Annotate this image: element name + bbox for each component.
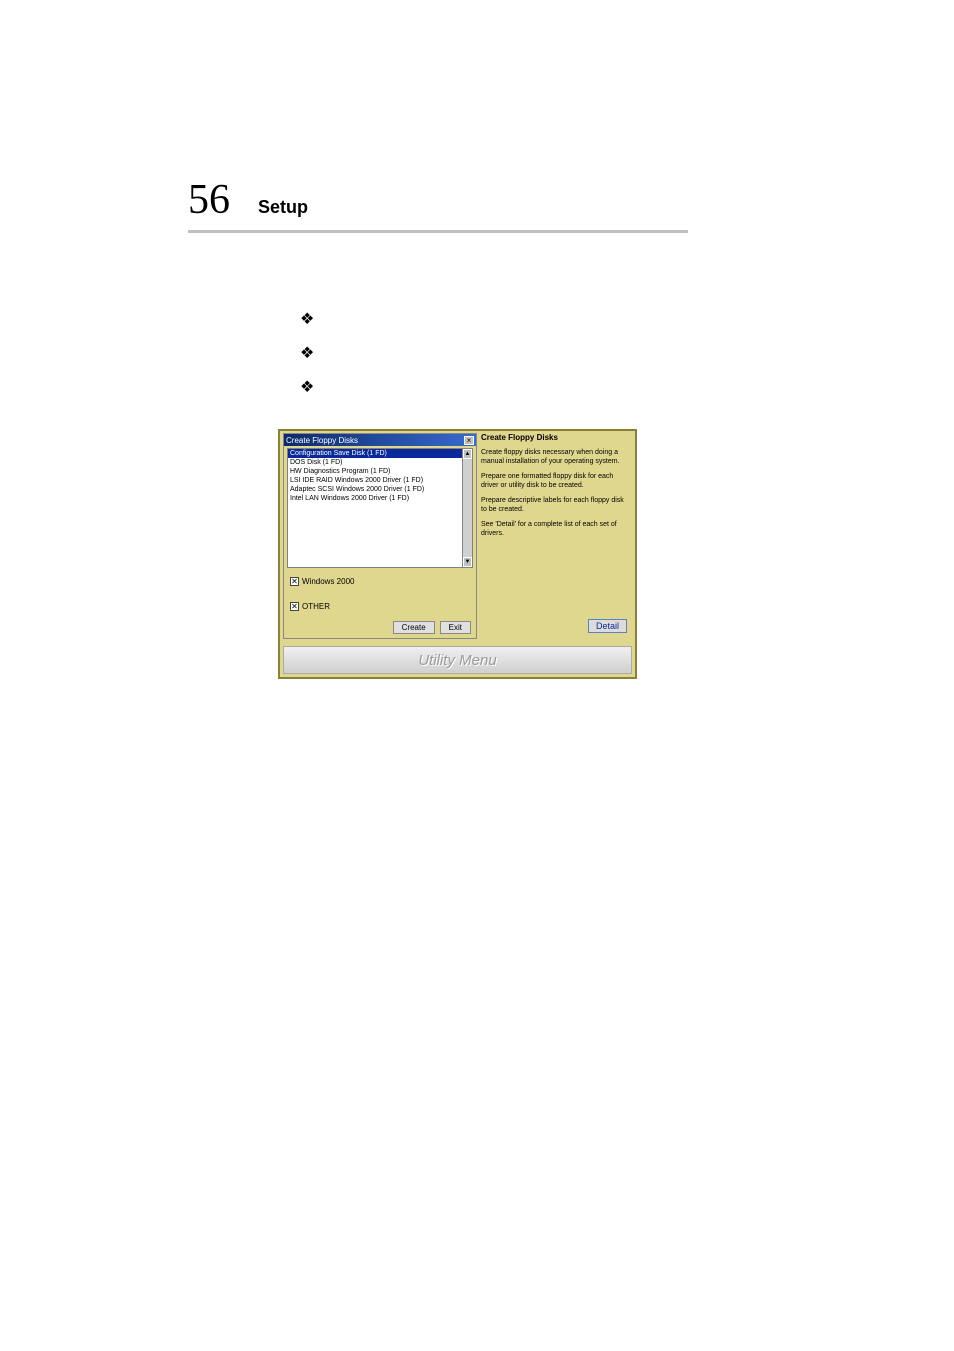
- info-text: See 'Detail' for a complete list of each…: [481, 520, 631, 538]
- scrollbar[interactable]: ▲ ▼: [462, 449, 472, 567]
- screenshot-panel: Create Floppy Disks × Configuration Save…: [280, 431, 635, 677]
- list-item[interactable]: Adaptec SCSI Windows 2000 Driver (1 FD): [288, 485, 472, 494]
- scroll-track[interactable]: [463, 459, 472, 557]
- create-button[interactable]: Create: [393, 621, 435, 634]
- dialog-title: Create Floppy Disks: [286, 436, 358, 445]
- info-panel: Create Floppy Disks Create floppy disks …: [481, 433, 631, 639]
- utility-menu-label: Utility Menu: [418, 652, 496, 669]
- scroll-up-icon[interactable]: ▲: [463, 449, 472, 459]
- list-item[interactable]: LSI IDE RAID Windows 2000 Driver (1 FD): [288, 476, 472, 485]
- info-text: Prepare one formatted floppy disk for ea…: [481, 472, 631, 490]
- detail-button[interactable]: Detail: [588, 619, 627, 633]
- list-item[interactable]: HW Diagnostics Program (1 FD): [288, 467, 472, 476]
- info-text: Create floppy disks necessary when doing…: [481, 448, 631, 466]
- disk-listbox[interactable]: Configuration Save Disk (1 FD) DOS Disk …: [287, 448, 473, 568]
- info-text: Prepare descriptive labels for each flop…: [481, 496, 631, 514]
- info-title: Create Floppy Disks: [481, 433, 631, 442]
- embedded-screenshot: Create Floppy Disks × Configuration Save…: [278, 429, 637, 679]
- list-item[interactable]: Configuration Save Disk (1 FD): [288, 449, 472, 458]
- bullet-icon: ❖: [300, 312, 314, 328]
- dialog-titlebar: Create Floppy Disks ×: [284, 434, 476, 446]
- list-item[interactable]: Intel LAN Windows 2000 Driver (1 FD): [288, 494, 472, 503]
- dialog-buttons: Create Exit: [393, 621, 471, 634]
- bullet-list: ❖ ❖ ❖: [300, 312, 314, 414]
- checkbox-icon[interactable]: ✕: [290, 577, 299, 586]
- close-icon[interactable]: ×: [464, 436, 474, 445]
- other-checkbox[interactable]: ✕ OTHER: [290, 602, 330, 611]
- exit-button[interactable]: Exit: [440, 621, 471, 634]
- utility-menu-bar[interactable]: Utility Menu: [283, 646, 632, 674]
- section-title: Setup: [258, 197, 308, 218]
- checkbox-label: OTHER: [302, 602, 330, 611]
- bullet-icon: ❖: [300, 346, 314, 362]
- page-number: 56: [188, 176, 230, 224]
- list-item[interactable]: DOS Disk (1 FD): [288, 458, 472, 467]
- page-header: 56 Setup: [188, 176, 688, 233]
- windows-2000-checkbox[interactable]: ✕ Windows 2000: [290, 577, 354, 586]
- create-floppy-dialog: Create Floppy Disks × Configuration Save…: [283, 433, 477, 639]
- checkbox-label: Windows 2000: [302, 577, 354, 586]
- bullet-icon: ❖: [300, 380, 314, 396]
- checkbox-icon[interactable]: ✕: [290, 602, 299, 611]
- scroll-down-icon[interactable]: ▼: [463, 557, 472, 567]
